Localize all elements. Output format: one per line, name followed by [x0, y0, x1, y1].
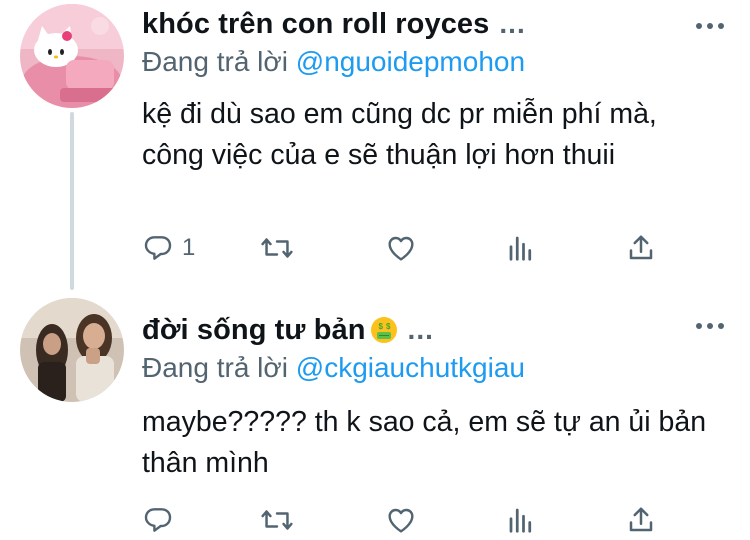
display-name[interactable]: đời sống tư bản	[142, 314, 366, 347]
retweet-icon	[261, 510, 293, 530]
tweet-text: maybe????? th k sao cả, em sẽ tự an ủi b…	[142, 406, 707, 479]
name-ellipsis: ...	[499, 8, 526, 39]
replying-to: Đang trả lời @nguoidepmohon	[142, 46, 525, 78]
avatar-photo[interactable]	[20, 298, 124, 402]
reply-icon	[144, 236, 172, 260]
name-ellipsis: ...	[407, 314, 434, 345]
heart-icon	[388, 236, 414, 261]
retweet-button[interactable]	[260, 500, 294, 540]
like-button[interactable]	[385, 228, 417, 268]
bar-chart-icon	[509, 508, 532, 533]
analytics-button[interactable]	[506, 500, 536, 540]
avatar-hello-kitty[interactable]	[20, 4, 124, 108]
replying-to-label: Đang trả lời	[142, 46, 288, 77]
heart-icon	[388, 508, 414, 533]
bar-chart-icon	[509, 236, 532, 261]
reply-button[interactable]	[142, 500, 182, 540]
action-bar: 1	[142, 228, 682, 268]
reply-handle-link[interactable]: @ckgiauchutkgiau	[296, 352, 525, 383]
replying-to: Đang trả lời @ckgiauchutkgiau	[142, 352, 525, 384]
more-options-icon[interactable]	[696, 322, 724, 330]
share-icon	[629, 235, 653, 260]
share-button[interactable]	[626, 500, 656, 540]
reply-handle-link[interactable]: @nguoidepmohon	[296, 46, 525, 77]
reply-button[interactable]: 1	[142, 228, 195, 268]
retweet-button[interactable]	[260, 228, 294, 268]
tweet-text: kệ đi dù sao em cũng dc pr miễn phí mà, …	[142, 98, 657, 171]
action-bar	[142, 500, 682, 540]
reply-icon	[144, 508, 172, 532]
svg-text:$: $	[386, 322, 391, 331]
share-icon	[629, 507, 653, 532]
reply-count: 1	[182, 234, 196, 261]
svg-text:$: $	[378, 322, 383, 331]
tweet-2[interactable]: đời sống tư bản $ $ ... Đang trả lời @ck…	[0, 292, 750, 540]
more-options-icon[interactable]	[696, 22, 724, 30]
like-button[interactable]	[385, 500, 417, 540]
tweet-header: khóc trên con roll royces ...	[142, 4, 640, 44]
display-name[interactable]: khóc trên con roll royces	[142, 8, 489, 41]
thread-line	[70, 112, 74, 290]
share-button[interactable]	[626, 228, 656, 268]
analytics-button[interactable]	[506, 228, 536, 268]
tweet-1[interactable]: khóc trên con roll royces ... Đang trả l…	[0, 0, 750, 292]
tweet-header: đời sống tư bản $ $ ...	[142, 310, 640, 350]
retweet-icon	[261, 238, 293, 258]
money-mouth-emoji-icon: $ $	[370, 317, 397, 343]
replying-to-label: Đang trả lời	[142, 352, 288, 383]
